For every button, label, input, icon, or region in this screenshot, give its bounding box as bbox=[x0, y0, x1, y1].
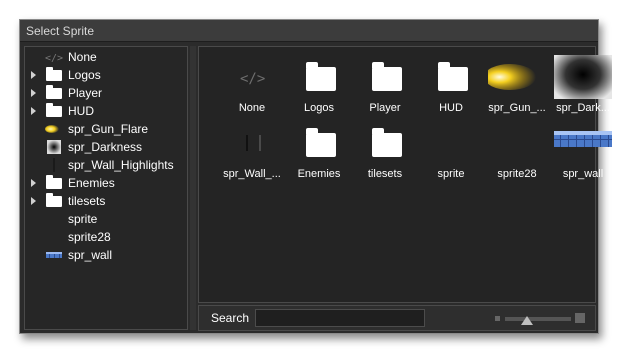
folder-icon bbox=[45, 103, 63, 118]
expand-arrow-icon[interactable] bbox=[31, 89, 36, 97]
grid-item-sprite28[interactable]: sprite28 bbox=[484, 121, 550, 187]
grid-item-tilesets[interactable]: tilesets bbox=[352, 121, 418, 187]
grid-item-spr-gun-flare[interactable]: spr_Gun_... bbox=[484, 55, 550, 121]
grid-item-enemies[interactable]: Enemies bbox=[286, 121, 352, 187]
tree-item-spr-gun-flare[interactable]: spr_Gun_Flare bbox=[25, 120, 187, 138]
select-sprite-dialog: Select Sprite </> None Logos Player HUD bbox=[19, 19, 612, 334]
grid-item-player[interactable]: Player bbox=[352, 55, 418, 121]
wall-sprite-icon bbox=[554, 121, 612, 165]
folder-icon bbox=[356, 121, 414, 165]
tree-item-spr-darkness[interactable]: spr_Darkness bbox=[25, 138, 187, 156]
code-icon: </> bbox=[223, 55, 281, 99]
tree-item-enemies[interactable]: Enemies bbox=[25, 174, 187, 192]
dialog-title: Select Sprite bbox=[20, 20, 598, 42]
tree-item-hud[interactable]: HUD bbox=[25, 102, 187, 120]
code-icon: </> bbox=[45, 50, 63, 64]
tree-item-player[interactable]: Player bbox=[25, 84, 187, 102]
grid-item-spr-wall[interactable]: spr_wall bbox=[550, 121, 616, 187]
wall-highlights-sprite-icon bbox=[223, 121, 281, 165]
zoom-slider-track[interactable] bbox=[505, 317, 571, 321]
folder-icon bbox=[45, 85, 63, 100]
tree-item-sprite28[interactable]: sprite28 bbox=[25, 228, 187, 246]
tree-item-none[interactable]: </> None bbox=[25, 48, 187, 66]
grid-item-spr-wall-highlights[interactable]: spr_Wall_... bbox=[219, 121, 285, 187]
folder-icon bbox=[45, 193, 63, 208]
zoom-slider-thumb[interactable] bbox=[521, 316, 533, 325]
folder-icon bbox=[356, 55, 414, 99]
svg-text:</>: </> bbox=[45, 53, 63, 64]
zoom-out-icon[interactable] bbox=[495, 316, 500, 321]
tree-item-spr-wall-highlights[interactable]: spr_Wall_Highlights bbox=[25, 156, 187, 174]
sprite-tree[interactable]: </> None Logos Player HUD spr_Gun_Flare bbox=[24, 46, 188, 330]
panel-splitter[interactable] bbox=[190, 46, 196, 330]
grid-item-logos[interactable]: Logos bbox=[286, 55, 352, 121]
grid-item-spr-darkness[interactable]: spr_Dark... bbox=[550, 50, 616, 121]
expand-arrow-icon[interactable] bbox=[31, 197, 36, 205]
folder-icon bbox=[422, 55, 480, 99]
expand-arrow-icon[interactable] bbox=[31, 179, 36, 187]
tree-item-tilesets[interactable]: tilesets bbox=[25, 192, 187, 210]
search-input[interactable] bbox=[255, 309, 425, 327]
folder-icon bbox=[290, 55, 348, 99]
tree-item-sprite[interactable]: sprite bbox=[25, 210, 187, 228]
grid-item-hud[interactable]: HUD bbox=[418, 55, 484, 121]
flare-sprite-icon bbox=[484, 55, 546, 99]
zoom-in-icon[interactable] bbox=[575, 313, 585, 323]
expand-arrow-icon[interactable] bbox=[31, 71, 36, 79]
search-bar: Search bbox=[198, 305, 596, 331]
grid-item-none[interactable]: </> None bbox=[219, 55, 285, 121]
expand-arrow-icon[interactable] bbox=[31, 107, 36, 115]
folder-icon bbox=[290, 121, 348, 165]
tree-item-logos[interactable]: Logos bbox=[25, 66, 187, 84]
darkness-sprite-icon bbox=[554, 50, 612, 99]
wall-highlights-sprite-icon bbox=[45, 158, 63, 172]
flare-sprite-icon bbox=[45, 122, 63, 136]
sprite-grid[interactable]: </> None Logos Player HUD spr_Gun_... sp bbox=[198, 46, 612, 303]
wall-sprite-icon bbox=[45, 248, 63, 262]
folder-icon bbox=[45, 175, 63, 190]
grid-item-sprite[interactable]: sprite bbox=[418, 121, 484, 187]
search-label: Search bbox=[211, 311, 250, 325]
folder-icon bbox=[45, 67, 63, 82]
tree-item-spr-wall[interactable]: spr_wall bbox=[25, 246, 187, 264]
svg-text:</>: </> bbox=[240, 71, 265, 87]
darkness-sprite-icon bbox=[45, 140, 63, 154]
